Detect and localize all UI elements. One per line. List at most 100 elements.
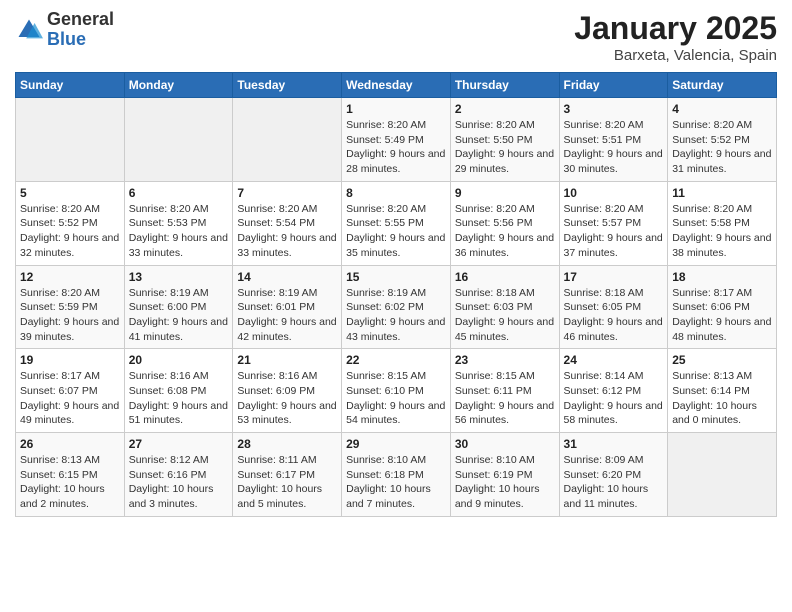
calendar-cell: 15Sunrise: 8:19 AMSunset: 6:02 PMDayligh…: [342, 265, 451, 349]
day-info: Sunrise: 8:10 AMSunset: 6:18 PMDaylight:…: [346, 453, 446, 512]
title-block: January 2025 Barxeta, Valencia, Spain: [574, 10, 777, 64]
calendar-cell: 30 Sunrise: 8:10 AMSunset: 6:19 PMDayligh…: [450, 433, 559, 517]
day-info: Sunrise: 8:12 AMSunset: 6:16 PMDaylight:…: [129, 453, 229, 512]
day-info: Sunrise: 8:20 AMSunset: 5:53 PMDaylight:…: [129, 202, 229, 261]
day-info: Sunrise: 8:20 AMSunset: 5:50 PMDaylight:…: [455, 118, 555, 177]
day-info: Sunrise: 8:11 AMSunset: 6:17 PMDaylight:…: [237, 453, 337, 512]
calendar-cell: 8 Sunrise: 8:20 AMSunset: 5:55 PMDaylight…: [342, 181, 451, 265]
day-number: 30: [455, 437, 555, 451]
day-info: Sunrise: 8:17 AMSunset: 6:07 PMDaylight:…: [20, 369, 120, 428]
day-number: 26: [20, 437, 120, 451]
calendar-cell: [16, 98, 125, 182]
day-info: Sunrise: 8:15 AMSunset: 6:10 PMDaylight:…: [346, 369, 446, 428]
calendar-cell: 24Sunrise: 8:14 AMSunset: 6:12 PMDayligh…: [559, 349, 668, 433]
calendar-table: SundayMondayTuesdayWednesdayThursdayFrid…: [15, 72, 777, 517]
day-number: 12: [20, 270, 120, 284]
day-info: Sunrise: 8:09 AMSunset: 6:20 PMDaylight:…: [564, 453, 664, 512]
calendar-cell: 25 Sunrise: 8:13 AMSunset: 6:14 PMDayligh…: [668, 349, 777, 433]
week-row-1: 1 Sunrise: 8:20 AMSunset: 5:49 PMDaylight…: [16, 98, 777, 182]
calendar-cell: 18 Sunrise: 8:17 AMSunset: 6:06 PMDayligh…: [668, 265, 777, 349]
day-of-week-friday: Friday: [559, 73, 668, 98]
calendar-cell: 29 Sunrise: 8:10 AMSunset: 6:18 PMDayligh…: [342, 433, 451, 517]
day-info: Sunrise: 8:20 AMSunset: 5:52 PMDaylight:…: [20, 202, 120, 261]
day-number: 4: [672, 102, 772, 116]
day-number: 3: [564, 102, 664, 116]
day-info: Sunrise: 8:14 AMSunset: 6:12 PMDaylight:…: [564, 369, 664, 428]
day-info: Sunrise: 8:19 AMSunset: 6:02 PMDaylight:…: [346, 286, 446, 345]
day-number: 18: [672, 270, 772, 284]
day-info: Sunrise: 8:20 AMSunset: 5:51 PMDaylight:…: [564, 118, 664, 177]
page-header: General Blue January 2025 Barxeta, Valen…: [15, 10, 777, 64]
calendar-cell: 9 Sunrise: 8:20 AMSunset: 5:56 PMDaylight…: [450, 181, 559, 265]
day-number: 23: [455, 353, 555, 367]
calendar-cell: 28 Sunrise: 8:11 AMSunset: 6:17 PMDayligh…: [233, 433, 342, 517]
day-number: 11: [672, 186, 772, 200]
calendar-cell: 11Sunrise: 8:20 AMSunset: 5:58 PMDayligh…: [668, 181, 777, 265]
calendar-cell: 27Sunrise: 8:12 AMSunset: 6:16 PMDayligh…: [124, 433, 233, 517]
calendar-cell: [124, 98, 233, 182]
logo-blue-text: Blue: [47, 29, 86, 49]
day-info: Sunrise: 8:19 AMSunset: 6:01 PMDaylight:…: [237, 286, 337, 345]
logo-general-text: General: [47, 9, 114, 29]
day-number: 17: [564, 270, 664, 284]
day-info: Sunrise: 8:17 AMSunset: 6:06 PMDaylight:…: [672, 286, 772, 345]
calendar-subtitle: Barxeta, Valencia, Spain: [574, 47, 777, 64]
day-info: Sunrise: 8:13 AMSunset: 6:14 PMDaylight:…: [672, 369, 772, 428]
day-info: Sunrise: 8:13 AMSunset: 6:15 PMDaylight:…: [20, 453, 120, 512]
days-of-week-row: SundayMondayTuesdayWednesdayThursdayFrid…: [16, 73, 777, 98]
day-info: Sunrise: 8:18 AMSunset: 6:03 PMDaylight:…: [455, 286, 555, 345]
calendar-cell: 16 Sunrise: 8:18 AMSunset: 6:03 PMDayligh…: [450, 265, 559, 349]
calendar-cell: 23 Sunrise: 8:15 AMSunset: 6:11 PMDayligh…: [450, 349, 559, 433]
week-row-4: 19Sunrise: 8:17 AMSunset: 6:07 PMDayligh…: [16, 349, 777, 433]
day-number: 29: [346, 437, 446, 451]
day-number: 6: [129, 186, 229, 200]
day-number: 5: [20, 186, 120, 200]
day-number: 1: [346, 102, 446, 116]
week-row-3: 12 Sunrise: 8:20 AMSunset: 5:59 PMDayligh…: [16, 265, 777, 349]
calendar-cell: 21Sunrise: 8:16 AMSunset: 6:09 PMDayligh…: [233, 349, 342, 433]
day-info: Sunrise: 8:16 AMSunset: 6:08 PMDaylight:…: [129, 369, 229, 428]
calendar-cell: 20 Sunrise: 8:16 AMSunset: 6:08 PMDayligh…: [124, 349, 233, 433]
calendar-cell: 2 Sunrise: 8:20 AMSunset: 5:50 PMDaylight…: [450, 98, 559, 182]
day-info: Sunrise: 8:20 AMSunset: 5:49 PMDaylight:…: [346, 118, 446, 177]
day-info: Sunrise: 8:18 AMSunset: 6:05 PMDaylight:…: [564, 286, 664, 345]
calendar-cell: 13Sunrise: 8:19 AMSunset: 6:00 PMDayligh…: [124, 265, 233, 349]
day-info: Sunrise: 8:20 AMSunset: 5:57 PMDaylight:…: [564, 202, 664, 261]
calendar-cell: 14 Sunrise: 8:19 AMSunset: 6:01 PMDayligh…: [233, 265, 342, 349]
calendar-cell: 22Sunrise: 8:15 AMSunset: 6:10 PMDayligh…: [342, 349, 451, 433]
week-row-2: 5 Sunrise: 8:20 AMSunset: 5:52 PMDaylight…: [16, 181, 777, 265]
day-number: 10: [564, 186, 664, 200]
day-info: Sunrise: 8:20 AMSunset: 5:59 PMDaylight:…: [20, 286, 120, 345]
calendar-cell: 10 Sunrise: 8:20 AMSunset: 5:57 PMDayligh…: [559, 181, 668, 265]
day-number: 20: [129, 353, 229, 367]
day-of-week-monday: Monday: [124, 73, 233, 98]
day-number: 14: [237, 270, 337, 284]
day-info: Sunrise: 8:15 AMSunset: 6:11 PMDaylight:…: [455, 369, 555, 428]
day-info: Sunrise: 8:20 AMSunset: 5:55 PMDaylight:…: [346, 202, 446, 261]
calendar-title: January 2025: [574, 10, 777, 47]
day-info: Sunrise: 8:20 AMSunset: 5:56 PMDaylight:…: [455, 202, 555, 261]
calendar-cell: 19Sunrise: 8:17 AMSunset: 6:07 PMDayligh…: [16, 349, 125, 433]
calendar-cell: 7 Sunrise: 8:20 AMSunset: 5:54 PMDaylight…: [233, 181, 342, 265]
day-number: 16: [455, 270, 555, 284]
day-of-week-thursday: Thursday: [450, 73, 559, 98]
day-number: 21: [237, 353, 337, 367]
day-number: 2: [455, 102, 555, 116]
logo: General Blue: [15, 10, 114, 50]
day-of-week-saturday: Saturday: [668, 73, 777, 98]
calendar-header: SundayMondayTuesdayWednesdayThursdayFrid…: [16, 73, 777, 98]
calendar-cell: 31Sunrise: 8:09 AMSunset: 6:20 PMDayligh…: [559, 433, 668, 517]
day-info: Sunrise: 8:20 AMSunset: 5:54 PMDaylight:…: [237, 202, 337, 261]
day-info: Sunrise: 8:10 AMSunset: 6:19 PMDaylight:…: [455, 453, 555, 512]
day-number: 9: [455, 186, 555, 200]
day-number: 25: [672, 353, 772, 367]
day-of-week-tuesday: Tuesday: [233, 73, 342, 98]
day-of-week-sunday: Sunday: [16, 73, 125, 98]
day-number: 28: [237, 437, 337, 451]
day-number: 8: [346, 186, 446, 200]
calendar-cell: [668, 433, 777, 517]
logo-icon: [15, 16, 43, 44]
day-number: 13: [129, 270, 229, 284]
day-number: 7: [237, 186, 337, 200]
logo-text: General Blue: [47, 10, 114, 50]
